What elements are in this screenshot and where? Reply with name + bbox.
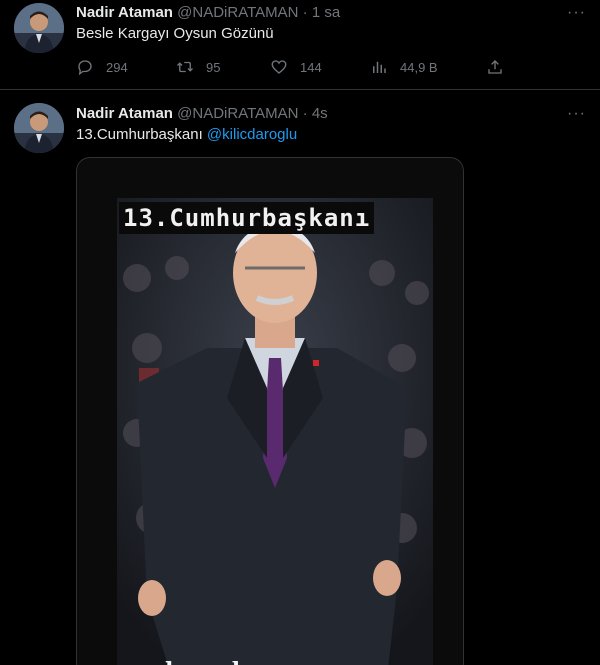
timestamp[interactable]: 4s	[312, 105, 328, 122]
poster-title: 13.Cumhurbaşkanı	[119, 202, 375, 234]
timestamp[interactable]: 1 sa	[312, 4, 340, 21]
more-icon[interactable]: ···	[567, 3, 586, 23]
more-icon[interactable]: ···	[567, 104, 586, 124]
retweet-icon	[177, 61, 193, 73]
like-button[interactable]: 144	[270, 56, 322, 78]
avatar[interactable]	[14, 103, 64, 153]
poster-signature: kemal	[165, 658, 240, 665]
reply-icon	[78, 60, 92, 76]
retweet-button[interactable]: 95	[176, 56, 220, 78]
portrait-illustration	[117, 198, 433, 665]
tweet-text-body: 13.Cumhurbaşkanı	[76, 126, 203, 143]
reply-count: 294	[106, 59, 128, 75]
mention-link[interactable]: @kilicdaroglu	[207, 126, 297, 143]
tweet-text: Besle Kargayı Oysun Gözünü	[76, 25, 274, 42]
views-button[interactable]: 44,9 B	[370, 56, 438, 78]
share-button[interactable]	[486, 56, 516, 78]
tweet-text: 13.Cumhurbaşkanı @kilicdaroglu	[76, 125, 297, 145]
author-handle[interactable]: @NADiRATAMAN	[177, 105, 298, 122]
like-count: 144	[300, 59, 322, 75]
tweet[interactable]: Nadir Ataman @NADiRATAMAN · 4s ··· 13.Cu…	[0, 91, 600, 665]
like-icon	[271, 60, 287, 74]
separator: ·	[302, 105, 308, 122]
reply-button[interactable]: 294	[76, 56, 128, 78]
poster-image: 13.Cumhurbaşkanı kemal	[117, 198, 433, 665]
tweet-actions: 294 95 144 44,9 B	[76, 56, 506, 78]
author-handle[interactable]: @NADiRATAMAN	[177, 4, 298, 21]
avatar[interactable]	[14, 3, 64, 53]
tweet-header: Nadir Ataman @NADiRATAMAN · 1 sa ···	[76, 3, 586, 23]
author-name[interactable]: Nadir Ataman	[76, 4, 173, 21]
separator: ·	[302, 4, 308, 21]
tweet[interactable]: Nadir Ataman @NADiRATAMAN · 1 sa ··· Bes…	[0, 0, 600, 90]
views-icon	[373, 61, 386, 73]
share-icon	[488, 60, 502, 74]
retweet-count: 95	[206, 59, 221, 75]
tweet-media[interactable]: 13.Cumhurbaşkanı kemal	[76, 157, 464, 665]
tweet-header: Nadir Ataman @NADiRATAMAN · 4s ···	[76, 104, 586, 124]
author-name[interactable]: Nadir Ataman	[76, 105, 173, 122]
views-count: 44,9 B	[400, 59, 438, 75]
